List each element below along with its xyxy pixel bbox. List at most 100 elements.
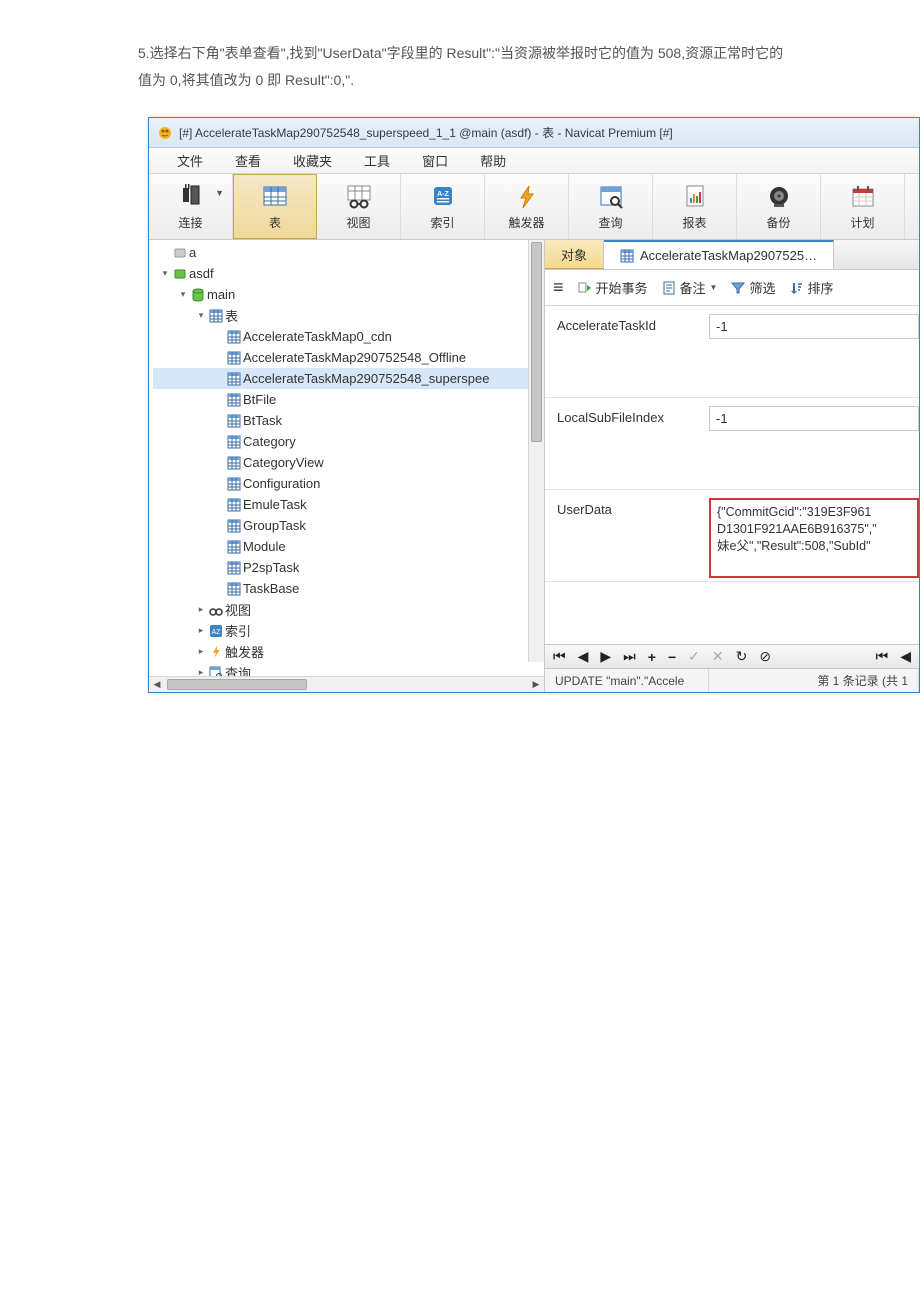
start-transaction-button[interactable]: 开始事务 xyxy=(578,278,648,297)
form-view: AccelerateTaskId-1LocalSubFileIndex-1Use… xyxy=(545,306,919,644)
nav-cancel-icon[interactable]: ✕ xyxy=(710,648,726,665)
tool-view[interactable]: 视图 xyxy=(317,174,401,239)
menu-view[interactable]: 查看 xyxy=(219,151,277,170)
tbl-icon xyxy=(225,351,243,365)
tree-pane: a▾asdf▾main▾表AccelerateTaskMap0_cdnAccel… xyxy=(149,240,545,692)
field-value[interactable]: {"CommitGcid":"319E3F961 D1301F921AAE6B9… xyxy=(709,498,919,578)
tree-item[interactable]: AccelerateTaskMap290752548_Offline xyxy=(153,347,544,368)
field-label: LocalSubFileIndex xyxy=(545,398,709,489)
tbl-icon xyxy=(225,561,243,575)
nav-refresh-icon[interactable]: ↻ xyxy=(734,648,750,665)
tree-arrow-icon: ▾ xyxy=(177,289,189,300)
form-row: LocalSubFileIndex-1 xyxy=(545,398,919,490)
tree-item[interactable]: Configuration xyxy=(153,473,544,494)
sub-toolbar: ≡ 开始事务 备注 ▼ 筛选 xyxy=(545,270,919,306)
field-label: AccelerateTaskId xyxy=(545,306,709,397)
tree-item[interactable]: EmuleTask xyxy=(153,494,544,515)
tree-item[interactable]: ▸AZ索引 xyxy=(153,620,544,641)
caret-down-icon: ▼ xyxy=(710,283,718,292)
hscroll-left-icon[interactable]: ◀ xyxy=(149,679,165,690)
tree-item[interactable]: TaskBase xyxy=(153,578,544,599)
tree-arrow-icon: ▾ xyxy=(195,310,207,321)
tree-item[interactable]: BtTask xyxy=(153,410,544,431)
report-icon xyxy=(681,182,709,212)
instruction-text: 5.选择右下角"表单查看",找到"UserData"字段里的 Result":"… xyxy=(0,40,920,93)
backup-icon xyxy=(765,182,793,212)
tree-item[interactable]: ▸视图 xyxy=(153,599,544,620)
field-value[interactable]: -1 xyxy=(709,406,919,431)
tool-plug[interactable]: 连接▼ xyxy=(149,174,233,239)
tbl-icon xyxy=(225,582,243,596)
tree-hscroll-thumb[interactable] xyxy=(167,679,307,690)
field-value[interactable]: -1 xyxy=(709,314,919,339)
tool-trigger[interactable]: 触发器 xyxy=(485,174,569,239)
filter-button[interactable]: 筛选 xyxy=(731,278,775,297)
play-icon xyxy=(578,281,592,295)
tree-hscroll[interactable]: ◀ ▶ xyxy=(149,676,544,692)
nav-add-icon[interactable]: + xyxy=(646,649,658,665)
menu-favorites[interactable]: 收藏夹 xyxy=(277,151,348,170)
nav-stop-icon[interactable]: ⊘ xyxy=(757,648,773,665)
sort-button[interactable]: 排序 xyxy=(789,278,833,297)
app-icon xyxy=(157,125,173,141)
menu-tools[interactable]: 工具 xyxy=(348,151,406,170)
nav-first-icon[interactable]: ⏮ xyxy=(551,648,568,665)
tree-item[interactable]: CategoryView xyxy=(153,452,544,473)
tbl-icon xyxy=(225,477,243,491)
tool-schedule[interactable]: 计划 xyxy=(821,174,905,239)
tree-item[interactable]: AccelerateTaskMap290752548_superspee xyxy=(153,368,544,389)
tbl-icon xyxy=(225,414,243,428)
tree-vscroll-thumb[interactable] xyxy=(531,242,542,442)
menubar: 文件 查看 收藏夹 工具 窗口 帮助 xyxy=(149,148,919,174)
tab-table-editor[interactable]: AccelerateTaskMap2907525… xyxy=(604,240,834,269)
tree-item[interactable]: P2spTask xyxy=(153,557,544,578)
tab-objects[interactable]: 对象 xyxy=(545,240,604,269)
note-button[interactable]: 备注 ▼ xyxy=(662,278,718,297)
tool-report[interactable]: 报表 xyxy=(653,174,737,239)
menu-help[interactable]: 帮助 xyxy=(464,151,522,170)
tree-item[interactable]: AccelerateTaskMap0_cdn xyxy=(153,326,544,347)
tree-item[interactable]: ▾asdf xyxy=(153,263,544,284)
tbl-icon xyxy=(225,330,243,344)
titlebar: [#] AccelerateTaskMap290752548_superspee… xyxy=(149,118,919,148)
window-title: [#] AccelerateTaskMap290752548_superspee… xyxy=(179,124,673,141)
tree-item[interactable]: a xyxy=(153,242,544,263)
tree-item[interactable]: Module xyxy=(153,536,544,557)
nav-prev-icon[interactable]: ◀ xyxy=(576,648,591,665)
tool-query[interactable]: 查询 xyxy=(569,174,653,239)
sort-icon xyxy=(789,281,803,295)
menu-toggle-icon[interactable]: ≡ xyxy=(553,277,564,298)
tbl-icon xyxy=(225,540,243,554)
tree-item[interactable]: ▾表 xyxy=(153,305,544,326)
tool-table[interactable]: 表 xyxy=(233,174,317,239)
form-row: UserData{"CommitGcid":"319E3F961 D1301F9… xyxy=(545,490,919,582)
plug-icon xyxy=(177,182,205,212)
nav-prev2-icon[interactable]: ◀ xyxy=(898,648,913,665)
tree-arrow-icon: ▾ xyxy=(159,268,171,279)
hscroll-right-icon[interactable]: ▶ xyxy=(528,679,544,690)
statusbar: UPDATE "main"."Accele 第 1 条记录 (共 1 xyxy=(545,668,919,692)
nav-commit-icon[interactable]: ✓ xyxy=(686,648,702,665)
form-row: AccelerateTaskId-1 xyxy=(545,306,919,398)
nav-last-icon[interactable]: ⏭ xyxy=(621,648,638,665)
tree-item[interactable]: ▸触发器 xyxy=(153,641,544,662)
svg-text:A-Z: A-Z xyxy=(437,191,449,198)
tree-arrow-icon: ▸ xyxy=(195,604,207,615)
tabstrip: 对象 AccelerateTaskMap2907525… xyxy=(545,240,919,270)
tree-arrow-icon: ▸ xyxy=(195,646,207,657)
tree-item[interactable]: GroupTask xyxy=(153,515,544,536)
caret-down-icon: ▼ xyxy=(215,188,224,198)
nav-first2-icon[interactable]: ⏮ xyxy=(874,648,891,665)
nav-delete-icon[interactable]: − xyxy=(666,649,678,665)
nav-next-icon[interactable]: ▶ xyxy=(598,648,613,665)
tree-vscroll[interactable] xyxy=(528,240,544,662)
tree-item[interactable]: Category xyxy=(153,431,544,452)
menu-window[interactable]: 窗口 xyxy=(406,151,464,170)
tree-item[interactable]: ▾main xyxy=(153,284,544,305)
tree-item[interactable]: BtFile xyxy=(153,389,544,410)
tree-arrow-icon: ▸ xyxy=(195,625,207,636)
menu-file[interactable]: 文件 xyxy=(161,151,219,170)
tree-item[interactable]: ▸查询 xyxy=(153,662,544,676)
tool-backup[interactable]: 备份 xyxy=(737,174,821,239)
tool-index[interactable]: A-Z索引 xyxy=(401,174,485,239)
